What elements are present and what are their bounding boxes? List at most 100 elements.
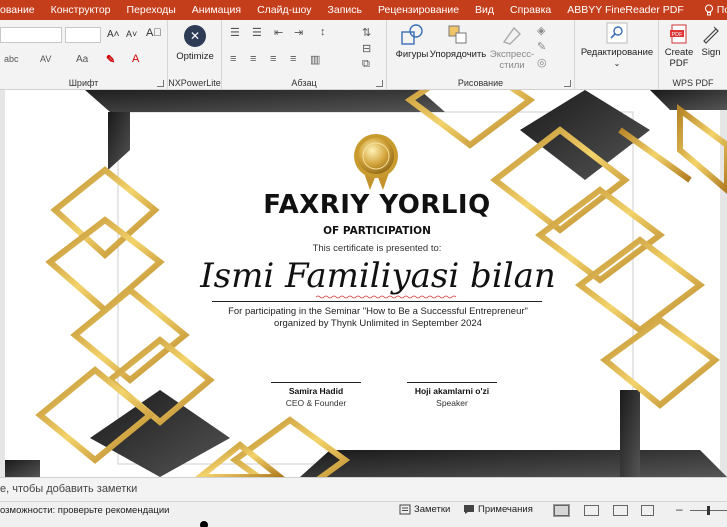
slide-canvas[interactable]: FAXRIY YORLIQ OF PARTICIPATION This cert… <box>0 90 727 477</box>
search-icon <box>606 22 628 44</box>
menu-tab-view[interactable]: Вид <box>467 0 502 20</box>
menu-tab-transitions[interactable]: Переходы <box>119 0 184 20</box>
align-right-icon[interactable]: ≡ <box>270 53 276 65</box>
slideshow-view-icon[interactable] <box>641 505 654 516</box>
menu-tab-record[interactable]: Запись <box>320 0 370 20</box>
create-pdf-button[interactable]: PDF Create PDF <box>661 24 697 69</box>
align-text-icon[interactable]: ⊟ <box>362 42 371 55</box>
font-shrink-icon[interactable]: A˅ <box>126 29 137 39</box>
font-size-box[interactable] <box>65 27 101 43</box>
certificate-subtitle[interactable]: OF PARTICIPATION <box>232 225 522 237</box>
text-direction-icon[interactable]: ⇅ <box>362 26 371 39</box>
ribbon-group-drawing: Фигуры Упорядочить Экспресс- стили ◈ ✎ ◎… <box>387 20 575 90</box>
line-spacing-icon[interactable]: ↕ <box>320 26 326 38</box>
menu-tab-slideshow[interactable]: Слайд-шоу <box>249 0 319 20</box>
menu-tab-insert[interactable]: ование <box>0 0 43 20</box>
shape-effects-icon[interactable]: ◎ <box>537 56 547 69</box>
quick-styles-button[interactable]: Экспресс- стили <box>487 24 537 71</box>
sign-button[interactable]: Sign <box>697 24 725 58</box>
notes-pane[interactable]: е, чтобы добавить заметки <box>0 477 727 501</box>
decrease-indent-icon[interactable]: ⇤ <box>274 26 283 39</box>
chevron-down-icon: ⌄ <box>613 59 621 68</box>
notes-toggle-button[interactable]: Заметки <box>399 504 450 515</box>
sign-label: Sign <box>701 47 721 58</box>
certificate-presented-text[interactable]: This certificate is presented to: <box>232 243 522 254</box>
shapes-button[interactable]: Фигуры <box>391 24 433 60</box>
highlight-color-icon[interactable]: ✎ <box>106 53 115 66</box>
scroll-indicator <box>200 521 208 527</box>
font-dialog-launcher[interactable] <box>157 80 164 87</box>
align-center-icon[interactable]: ≡ <box>250 53 256 65</box>
ribbon: A˄ A˅ A⃠ abc AV Aa ✎ A Шрифт ✕ Optimize … <box>0 20 727 90</box>
columns-icon[interactable]: ▥ <box>310 53 320 66</box>
accessibility-status[interactable]: озможности: проверьте рекомендации <box>0 505 169 516</box>
font-group-label: Шрифт <box>68 78 99 88</box>
svg-text:PDF: PDF <box>672 32 684 38</box>
arrange-icon <box>448 25 467 44</box>
powerpoint-window: { "menu": { "items": ["ование", "Констру… <box>0 0 727 527</box>
increase-indent-icon[interactable]: ⇥ <box>294 26 303 39</box>
comment-icon <box>464 505 474 514</box>
pdf-icon: PDF <box>670 24 687 44</box>
shape-outline-icon[interactable]: ✎ <box>537 40 546 53</box>
status-bar: озможности: проверьте рекомендации Замет… <box>0 501 727 527</box>
zoom-slider-thumb[interactable] <box>707 506 710 515</box>
tell-me-label: Помощ <box>716 4 727 16</box>
comments-toggle-button[interactable]: Примечания <box>463 504 533 515</box>
signature-block-2[interactable]: Hoji akamlarni o'zi Speaker <box>407 382 497 408</box>
arrange-label: Упорядочить <box>429 49 487 60</box>
nxpowerlite-icon: ✕ <box>184 25 206 47</box>
slide-editing-pane[interactable]: FAXRIY YORLIQ OF PARTICIPATION This cert… <box>0 90 727 477</box>
zoom-out-button[interactable]: – <box>676 502 683 516</box>
char-spacing-button[interactable]: AV <box>40 54 51 64</box>
font-grow-icon[interactable]: A˄ <box>107 29 120 40</box>
shapes-icon <box>401 24 423 45</box>
paragraph-dialog-launcher[interactable] <box>376 80 383 87</box>
justify-icon[interactable]: ≡ <box>290 53 296 65</box>
create-pdf-label: Create PDF <box>664 47 694 69</box>
signer-name: Hoji akamlarni o'zi <box>414 386 490 396</box>
ribbon-group-editing: Редактирование ⌄ <box>575 20 659 90</box>
signature-block-1[interactable]: Samira Hadid CEO & Founder <box>271 382 361 408</box>
strikethrough-button[interactable]: abc <box>4 54 19 64</box>
menu-tab-help[interactable]: Справка <box>502 0 559 20</box>
menu-tab-abbyy[interactable]: ABBYY FineReader PDF <box>559 0 692 20</box>
clear-format-icon[interactable]: A⃠ <box>146 27 162 39</box>
menu-tab-animations[interactable]: Анимация <box>184 0 249 20</box>
ribbon-group-nxpowerlite: ✕ Optimize NXPowerLite <box>168 20 222 90</box>
bullets-icon[interactable]: ☰ <box>230 26 240 39</box>
notes-placeholder: е, чтобы добавить заметки <box>0 483 138 495</box>
paragraph-group-label: Абзац <box>291 78 317 88</box>
certificate-description[interactable]: For participating in the Seminar "How to… <box>200 306 556 330</box>
signer-role: CEO & Founder <box>285 398 347 408</box>
align-left-icon[interactable]: ≡ <box>230 53 236 65</box>
optimize-button[interactable]: ✕ Optimize <box>170 24 220 62</box>
signer-name: Samira Hadid <box>288 386 344 396</box>
quick-styles-label: Экспресс- стили <box>489 49 535 71</box>
name-underline <box>212 301 542 302</box>
arrange-button[interactable]: Упорядочить <box>429 24 487 60</box>
slide-sorter-view-icon[interactable] <box>584 505 599 516</box>
shape-fill-icon[interactable]: ◈ <box>537 24 545 37</box>
ribbon-group-font: A˄ A˅ A⃠ abc AV Aa ✎ A Шрифт <box>0 20 168 90</box>
menu-tab-review[interactable]: Рецензирование <box>370 0 467 20</box>
editing-button[interactable]: Редактирование ⌄ <box>577 22 657 69</box>
reading-view-icon[interactable] <box>613 505 628 516</box>
normal-view-icon[interactable] <box>553 504 570 517</box>
smartart-icon[interactable]: ⧉ <box>362 58 370 71</box>
numbering-icon[interactable]: ☰ <box>252 26 262 39</box>
font-name-box[interactable] <box>0 27 62 43</box>
font-color-icon[interactable]: A <box>132 53 139 65</box>
nx-group-label: NXPowerLite <box>168 78 221 88</box>
signature-line <box>271 382 361 383</box>
certificate-recipient-name[interactable]: Ismi Familiyasi bilan <box>200 256 556 296</box>
ribbon-group-paragraph: ☰ ☰ ⇤ ⇥ ↕ ≡ ≡ ≡ ≡ ▥ ⇅ ⊟ ⧉ Абзац <box>222 20 387 90</box>
certificate-title[interactable]: FAXRIY YORLIQ <box>232 190 522 220</box>
tell-me-search[interactable]: Помощ <box>696 0 727 20</box>
drawing-dialog-launcher[interactable] <box>564 80 571 87</box>
change-case-button[interactable]: Aa <box>76 54 88 65</box>
menu-tab-design[interactable]: Конструктор <box>43 0 119 20</box>
optimize-label: Optimize <box>176 51 214 62</box>
comments-toggle-label: Примечания <box>478 504 533 515</box>
drawing-group-label: Рисование <box>457 78 504 88</box>
